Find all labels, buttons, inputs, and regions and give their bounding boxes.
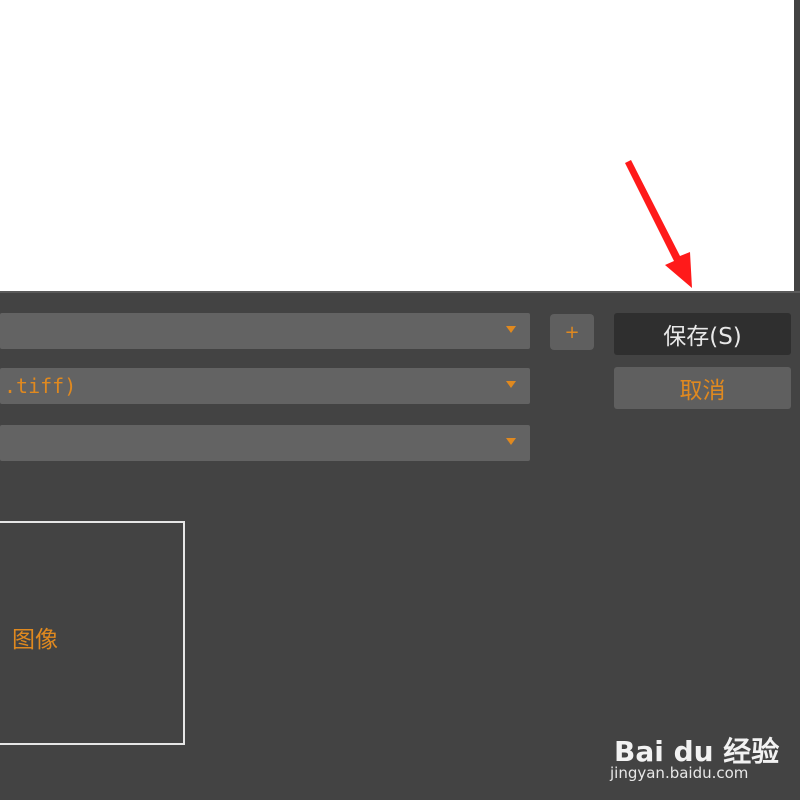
chevron-down-icon [506, 381, 516, 388]
chevron-down-icon [506, 326, 516, 333]
baidu-jingyan-watermark: Bai du 经验 jingyan.baidu.com [606, 712, 796, 792]
options-dropdown[interactable] [0, 425, 530, 461]
file-type-dropdown[interactable]: .tiff) [0, 368, 530, 404]
image-preview-label: 图像 [12, 627, 58, 653]
file-name-dropdown[interactable] [0, 313, 530, 349]
file-list-area[interactable] [0, 0, 794, 291]
save-button[interactable]: 保存(S) [614, 313, 791, 355]
chevron-down-icon [506, 438, 516, 445]
add-button[interactable]: + [550, 314, 594, 350]
file-type-value: .tiff) [4, 374, 77, 398]
watermark-url: jingyan.baidu.com [610, 764, 749, 782]
divider [0, 291, 800, 293]
cancel-button[interactable]: 取消 [614, 367, 791, 409]
